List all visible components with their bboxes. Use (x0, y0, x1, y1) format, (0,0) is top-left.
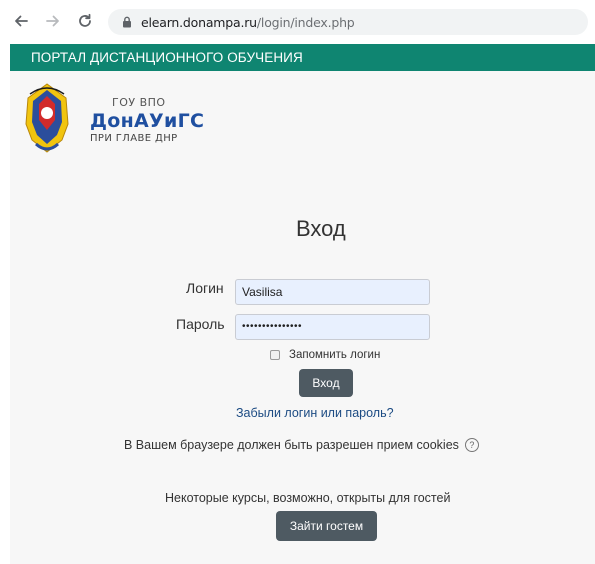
address-bar[interactable]: elearn.donampa.ru/login/index.php (108, 9, 588, 35)
cookies-notice: В Вашем браузере должен быть разрешен пр… (124, 438, 479, 452)
username-label: Логин (186, 280, 224, 296)
url-host: elearn.donampa.ru (141, 14, 257, 30)
brand-line-1: ГОУ ВПО (112, 96, 166, 109)
forward-button[interactable] (42, 10, 64, 32)
url-path: /login/index.php (256, 14, 355, 30)
brand-block[interactable]: ГОУ ВПО ДонАУиГС ПРИ ГЛАВЕ ДНР (90, 96, 204, 144)
guest-notice: Некоторые курсы, возможно, открыты для г… (165, 491, 451, 505)
reload-button[interactable] (74, 10, 96, 32)
brand-name: ДонАУиГС (90, 110, 205, 132)
forgot-password-link[interactable]: Забыли логин или пароль? (236, 406, 394, 420)
login-title: Вход (296, 216, 346, 241)
reload-icon (79, 13, 91, 27)
password-label: Пароль (176, 316, 225, 332)
arrow-left-icon (15, 15, 28, 27)
remember-username[interactable]: Запомнить логин (270, 349, 380, 361)
remember-label: Запомнить логин (289, 349, 381, 361)
password-input[interactable]: ••••••••••••••• (235, 314, 430, 340)
login-button[interactable]: Вход (299, 369, 353, 397)
guest-login-button[interactable]: Зайти гостем (276, 511, 377, 541)
remember-checkbox[interactable] (270, 350, 280, 360)
username-input[interactable]: Vasilisa (235, 279, 430, 305)
portal-header: ПОРТАЛ ДИСТАНЦИОННОГО ОБУЧЕНИЯ (10, 44, 595, 71)
brand-line-3: ПРИ ГЛАВЕ ДНР (90, 133, 178, 144)
cookies-text: В Вашем браузере должен быть разрешен пр… (124, 438, 459, 452)
university-emblem-icon[interactable] (22, 80, 72, 156)
arrow-right-icon (46, 15, 59, 27)
portal-title[interactable]: ПОРТАЛ ДИСТАНЦИОННОГО ОБУЧЕНИЯ (31, 50, 303, 65)
back-button[interactable] (10, 10, 32, 32)
help-icon[interactable]: ? (464, 438, 479, 452)
lock-icon (122, 16, 132, 28)
